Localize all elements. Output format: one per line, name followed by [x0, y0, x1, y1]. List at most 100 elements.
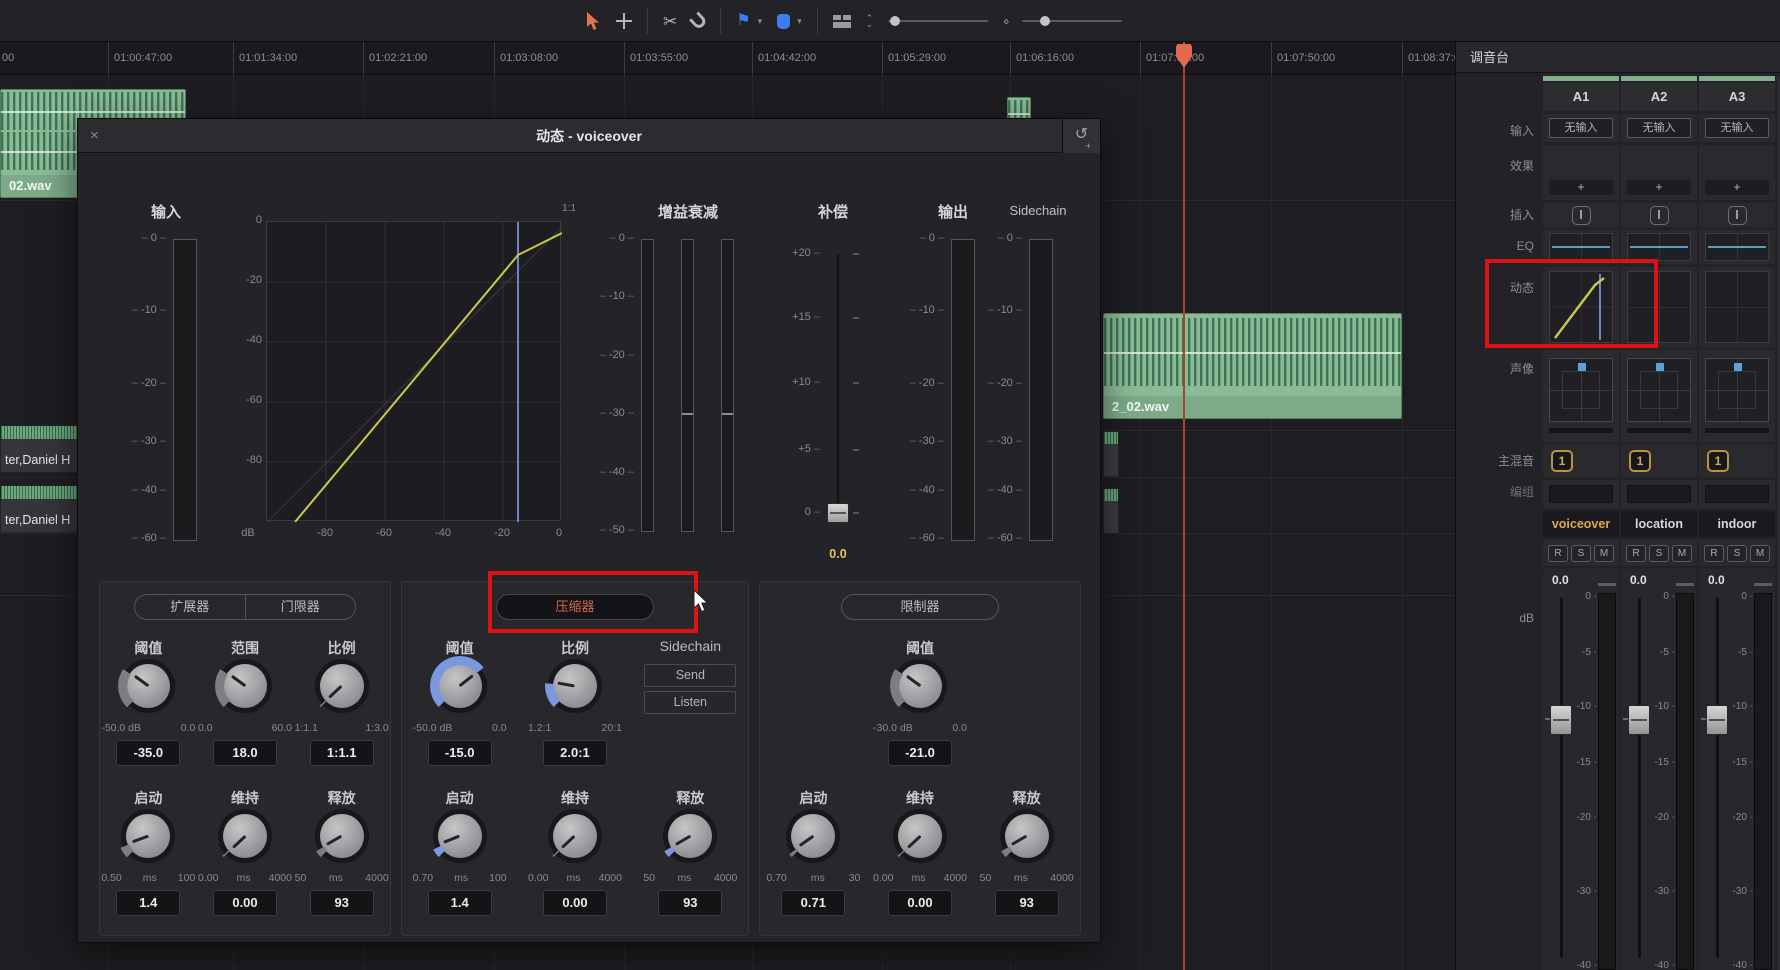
compressor-threshold-knob[interactable]	[438, 664, 482, 708]
expander-hold-value[interactable]: 0.00	[213, 890, 277, 916]
add-effect-button[interactable]: +	[1549, 180, 1613, 195]
expander-threshold-value[interactable]: -35.0	[116, 740, 180, 766]
limiter-release-knob[interactable]	[1005, 814, 1049, 858]
limiter-hold-knob[interactable]	[898, 814, 942, 858]
pan-cell[interactable]	[1621, 350, 1697, 442]
makeup-slider-track[interactable]	[837, 254, 839, 516]
marker-dropdown-chevron-icon[interactable]: ▾	[797, 16, 802, 27]
record-arm-button[interactable]: R	[1548, 545, 1568, 562]
gate-tab[interactable]: 门限器	[245, 595, 356, 619]
track-name[interactable]: location	[1621, 511, 1697, 537]
pan-cell[interactable]	[1543, 350, 1619, 442]
expander-range-value[interactable]: 18.0	[213, 740, 277, 766]
dynamics-cell[interactable]	[1549, 271, 1613, 343]
track-name[interactable]: indoor	[1699, 511, 1775, 537]
limiter-attack-knob[interactable]	[791, 814, 835, 858]
mute-button[interactable]: M	[1594, 545, 1614, 562]
expander-tab[interactable]: 扩展器	[135, 595, 245, 619]
group-box[interactable]	[1549, 485, 1613, 503]
mute-button[interactable]: M	[1750, 545, 1770, 562]
trim-edit-tool-icon[interactable]	[616, 13, 632, 29]
solo-button[interactable]: S	[1571, 545, 1591, 562]
audio-clip-stub[interactable]	[1103, 431, 1119, 477]
eq-cell[interactable]	[1627, 233, 1691, 261]
playhead-line[interactable]	[1183, 42, 1185, 970]
insert-button[interactable]	[1572, 206, 1591, 225]
audio-clip[interactable]: ter,Daniel H	[0, 485, 80, 533]
expander-attack-value[interactable]: 1.4	[116, 890, 180, 916]
razor-tool-icon[interactable]: ✂	[663, 13, 677, 30]
timeline-view-options-icon[interactable]	[833, 15, 851, 28]
compressor-attack-value[interactable]: 1.4	[428, 890, 492, 916]
pan-handle[interactable]	[1578, 363, 1586, 371]
compressor-ratio-knob[interactable]	[553, 664, 597, 708]
pointer-tool-icon[interactable]	[586, 12, 601, 31]
expander-attack-knob[interactable]	[126, 814, 170, 858]
mute-button[interactable]: M	[1672, 545, 1692, 562]
marker-icon[interactable]	[777, 14, 790, 29]
expander-release-knob[interactable]	[320, 814, 364, 858]
expander-release-value[interactable]: 93	[310, 890, 374, 916]
track-height-icon[interactable]: ⌃⌄	[866, 15, 874, 27]
main-bus-badge[interactable]: 1	[1629, 450, 1651, 472]
dynamics-cell[interactable]	[1705, 271, 1769, 343]
limiter-attack-value[interactable]: 0.71	[781, 890, 845, 916]
limiter-threshold-knob[interactable]	[898, 664, 942, 708]
compressor-attack-knob[interactable]	[438, 814, 482, 858]
expander-ratio-value[interactable]: 1:1.1	[310, 740, 374, 766]
audio-clip[interactable]: ter,Daniel H	[0, 425, 80, 473]
dialog-titlebar[interactable]: × 动态 - voiceover ↺+	[78, 119, 1100, 153]
compressor-release-value[interactable]: 93	[658, 890, 722, 916]
insert-button[interactable]	[1728, 206, 1747, 225]
input-select-button[interactable]: 无输入	[1627, 118, 1691, 138]
compressor-hold-knob[interactable]	[553, 814, 597, 858]
audio-clip[interactable]: 2_02.wav	[1103, 313, 1402, 419]
limiter-tab[interactable]: 限制器	[841, 594, 999, 620]
limiter-threshold-value[interactable]: -21.0	[888, 740, 952, 766]
fader-handle[interactable]	[1706, 705, 1728, 735]
fader-track[interactable]	[1560, 598, 1563, 958]
group-box[interactable]	[1705, 485, 1769, 503]
fader-handle[interactable]	[1550, 705, 1572, 735]
dynamics-transfer-graph[interactable]	[266, 221, 561, 521]
eq-cell[interactable]	[1549, 233, 1613, 261]
insert-button[interactable]	[1650, 206, 1669, 225]
compressor-hold-value[interactable]: 0.00	[543, 890, 607, 916]
fader-track[interactable]	[1716, 598, 1719, 958]
sidechain-send-button[interactable]: Send	[644, 664, 736, 687]
audio-clip-stub[interactable]	[1103, 488, 1119, 534]
fader-track[interactable]	[1638, 598, 1641, 958]
dynamics-cell[interactable]	[1627, 271, 1691, 343]
compressor-release-knob[interactable]	[668, 814, 712, 858]
compressor-tab[interactable]: 压缩器	[496, 594, 654, 620]
limiter-hold-value[interactable]: 0.00	[888, 890, 952, 916]
solo-button[interactable]: S	[1649, 545, 1669, 562]
record-arm-button[interactable]: R	[1626, 545, 1646, 562]
record-arm-button[interactable]: R	[1704, 545, 1724, 562]
timeline-zoom-slider[interactable]	[1022, 20, 1122, 22]
flag-icon[interactable]: ⚑	[736, 13, 750, 29]
flag-dropdown-chevron-icon[interactable]: ▾	[758, 16, 763, 27]
limiter-release-value[interactable]: 93	[995, 890, 1059, 916]
compressor-threshold-value[interactable]: -15.0	[428, 740, 492, 766]
add-effect-button[interactable]: +	[1627, 180, 1691, 195]
pan-handle[interactable]	[1734, 363, 1742, 371]
track-height-slider[interactable]	[888, 20, 988, 22]
track-name[interactable]: voiceover	[1543, 511, 1619, 537]
snapping-magnet-icon[interactable]	[692, 14, 705, 28]
main-bus-badge[interactable]: 1	[1551, 450, 1573, 472]
eq-cell[interactable]	[1705, 233, 1769, 261]
main-bus-badge[interactable]: 1	[1707, 450, 1729, 472]
input-select-button[interactable]: 无输入	[1549, 118, 1613, 138]
expander-hold-knob[interactable]	[223, 814, 267, 858]
pan-handle[interactable]	[1656, 363, 1664, 371]
makeup-slider-handle[interactable]	[827, 503, 849, 523]
sidechain-listen-button[interactable]: Listen	[644, 691, 736, 714]
expander-range-knob[interactable]	[223, 664, 267, 708]
input-select-button[interactable]: 无输入	[1705, 118, 1769, 138]
compressor-ratio-value[interactable]: 2.0:1	[543, 740, 607, 766]
expander-ratio-knob[interactable]	[320, 664, 364, 708]
add-effect-button[interactable]: +	[1705, 180, 1769, 195]
pan-cell[interactable]	[1699, 350, 1775, 442]
reset-icon[interactable]: ↺+	[1062, 119, 1100, 153]
